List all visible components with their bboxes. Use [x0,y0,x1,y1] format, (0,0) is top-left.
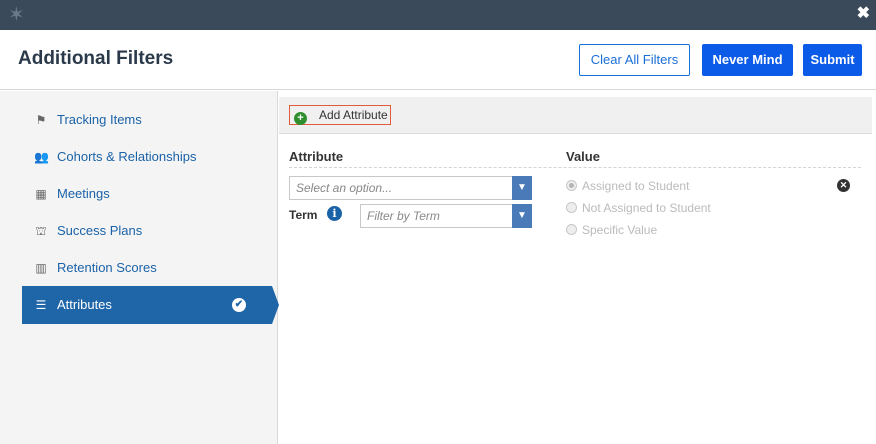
attribute-select[interactable]: Select an option... ▼ [289,176,532,200]
flag-icon: ⚑ [35,113,47,127]
sitemap-icon: ⛫ [35,224,47,238]
radio-label: Specific Value [582,223,658,237]
calendar-icon: ▦ [35,187,47,201]
sidebar-item-retention-scores[interactable]: ▥ Retention Scores [22,250,272,286]
add-attribute-label: Add Attribute [319,108,388,122]
sidebar-item-attributes[interactable]: ☰ Attributes ✔ [22,286,279,324]
users-icon: 👥 [34,150,49,164]
sidebar-item-label: Tracking Items [57,112,142,127]
sidebar-item-tracking-items[interactable]: ⚑ Tracking Items [22,102,272,138]
active-pointer-arrow [272,286,279,324]
add-attribute-button[interactable]: + Add Attribute [289,105,391,125]
attribute-column-header: Attribute [289,149,344,164]
sidebar-item-label: Meetings [57,186,110,201]
radio-label: Assigned to Student [582,179,690,193]
attribute-toolbar: + Add Attribute [279,97,872,134]
sliders-icon: ☰ [35,298,47,312]
clear-all-filters-button[interactable]: Clear All Filters [579,44,690,76]
filter-category-sidebar: ⚑ Tracking Items 👥 Cohorts & Relationshi… [0,91,279,444]
header-divider [289,167,861,168]
plus-circle-icon: + [294,112,307,125]
window-titlebar: ✶ ✖ [0,0,876,30]
check-circle-icon: ✔ [232,298,246,312]
sidebar-item-success-plans[interactable]: ⛫ Success Plans [22,213,272,249]
star-logo-icon: ✶ [8,4,25,26]
sidebar-item-label: Cohorts & Relationships [57,149,197,164]
radio-button[interactable] [566,224,577,235]
never-mind-button[interactable]: Never Mind [702,44,793,76]
term-filter-placeholder: Filter by Term [367,209,440,223]
sidebar-item-meetings[interactable]: ▦ Meetings [22,176,272,212]
bar-chart-icon: ▥ [35,261,47,275]
close-icon[interactable]: ✖ [857,6,870,22]
radio-button[interactable] [566,180,577,191]
submit-button[interactable]: Submit [803,44,862,76]
term-filter-select[interactable]: Filter by Term ▼ [360,204,532,228]
attribute-select-placeholder: Select an option... [296,181,393,195]
radio-button[interactable] [566,202,577,213]
radio-label: Not Assigned to Student [582,201,711,215]
dialog-header: Additional Filters Clear All Filters Nev… [0,30,876,90]
sidebar-item-label: Attributes [57,297,112,312]
sidebar-item-label: Success Plans [57,223,143,238]
chevron-down-icon[interactable]: ▼ [512,204,532,228]
info-icon[interactable]: i [327,206,342,221]
page-title: Additional Filters [18,48,174,69]
sidebar-item-label: Retention Scores [57,260,157,275]
chevron-down-icon[interactable]: ▼ [512,176,532,200]
remove-attribute-icon[interactable]: ✕ [837,179,850,192]
sidebar-item-cohorts-relationships[interactable]: 👥 Cohorts & Relationships [22,139,272,175]
term-label: Term [289,208,318,222]
attribute-filter-panel: + Add Attribute Attribute Value Select an… [279,91,876,444]
value-column-header: Value [566,149,600,164]
